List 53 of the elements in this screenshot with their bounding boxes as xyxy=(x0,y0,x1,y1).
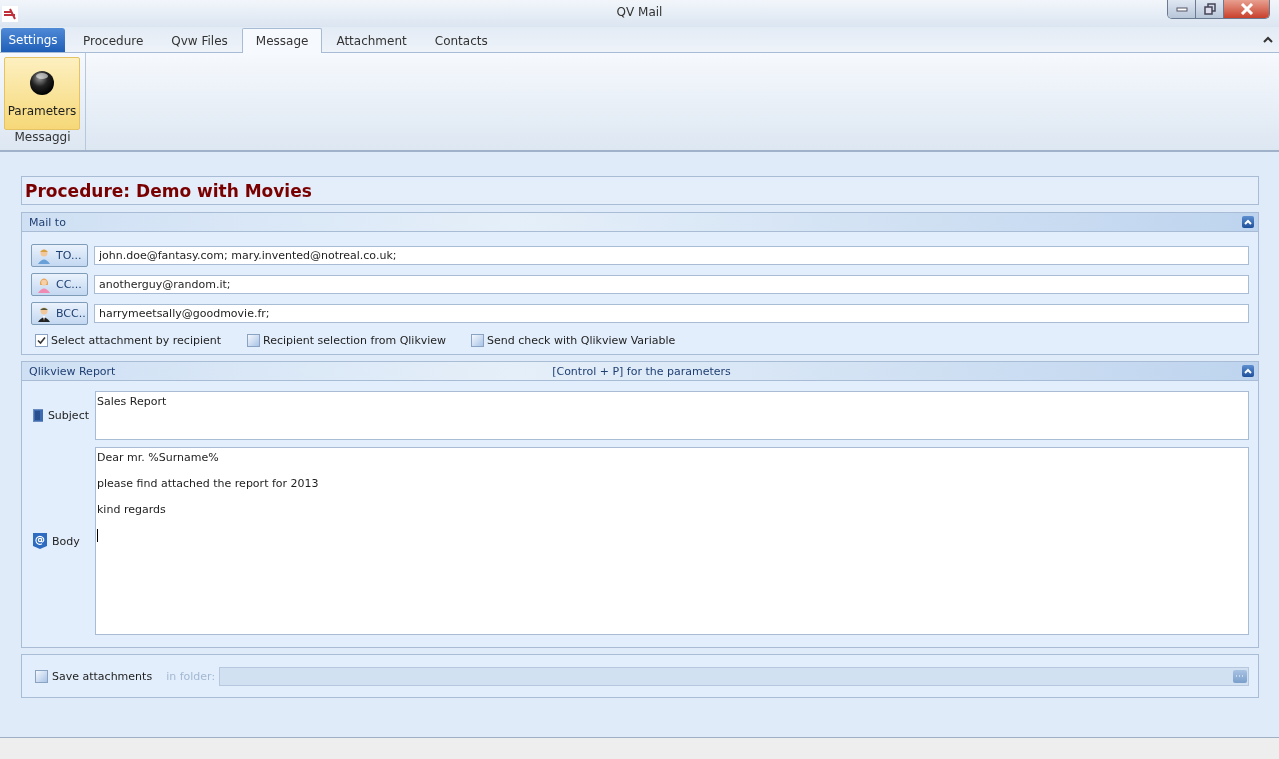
body-text-line: kind regards xyxy=(97,503,167,518)
folder-field[interactable] xyxy=(219,666,1249,686)
tab[interactable]: Attachment xyxy=(322,28,421,52)
close-button[interactable] xyxy=(1224,0,1269,18)
settings-menu-button[interactable]: Settings xyxy=(1,28,65,52)
tab[interactable]: Procedure xyxy=(69,28,158,52)
window-title: QV Mail xyxy=(616,5,663,19)
collapse-ribbon-icon[interactable] xyxy=(1263,36,1273,43)
close-icon xyxy=(1239,3,1254,15)
recipient-button[interactable]: CC... xyxy=(31,273,88,296)
checkbox[interactable] xyxy=(247,333,260,347)
restore-button[interactable] xyxy=(1196,0,1224,18)
checkbox-label: Send check with Qlikview Variable xyxy=(487,333,676,347)
collapse-button[interactable] xyxy=(1242,216,1254,228)
tab[interactable]: Contacts xyxy=(420,28,502,52)
body-label: Body xyxy=(52,534,80,548)
group-label: Messaggi xyxy=(13,130,72,146)
panel-title: Qlikview Report xyxy=(29,364,117,378)
recipient-button[interactable]: BCC.. xyxy=(31,302,88,325)
subject-text: Sales Report xyxy=(97,395,167,408)
at-sign-icon xyxy=(33,533,47,549)
person-icon xyxy=(36,276,52,293)
minimize-icon xyxy=(1175,6,1188,12)
checkbox-label: Recipient selection from Qlikview xyxy=(263,333,447,347)
email-field[interactable]: harrymeetsally@goodmovie.fr; xyxy=(94,304,1249,323)
subject-label: Subject xyxy=(47,409,89,422)
sphere-icon xyxy=(29,69,55,96)
checkbox[interactable] xyxy=(35,669,48,683)
body-field[interactable]: Dear mr. %Surname% please find attached the report for 2013 kind regards xyxy=(95,447,1249,635)
app-logo-icon xyxy=(2,5,18,22)
document-icon xyxy=(33,409,43,422)
checkbox[interactable] xyxy=(471,333,484,347)
parameters-button[interactable]: Parameters xyxy=(4,57,80,130)
checkbox[interactable] xyxy=(35,333,48,347)
minimize-button[interactable] xyxy=(1168,0,1196,18)
person-icon xyxy=(36,247,52,264)
checkbox-label: Select attachment by recipient xyxy=(51,333,222,347)
restore-icon xyxy=(1203,3,1216,15)
checkbox-label: Save attachments xyxy=(52,669,153,683)
email-field[interactable]: anotherguy@random.it; xyxy=(94,275,1249,294)
person-icon xyxy=(36,305,52,322)
text-cursor xyxy=(97,529,98,542)
subject-field[interactable]: Sales Report xyxy=(95,391,1249,440)
panel-title: Mail to xyxy=(29,215,67,229)
recipient-button[interactable]: TO... xyxy=(31,244,88,267)
procedure-title: Procedure: Demo with Movies xyxy=(25,180,312,201)
email-field[interactable]: john.doe@fantasy.com; mary.invented@notreal.co.uk; xyxy=(94,246,1249,265)
tab[interactable]: Qvw Files xyxy=(157,28,242,52)
shortcut-hint: [Control + P] for the parameters xyxy=(552,364,731,378)
body-text-line: please find attached the report for 2013 xyxy=(97,477,320,492)
tab[interactable]: Message xyxy=(241,28,323,53)
collapse-button[interactable] xyxy=(1242,365,1254,377)
body-text-line: Dear mr. %Surname% xyxy=(97,451,220,466)
